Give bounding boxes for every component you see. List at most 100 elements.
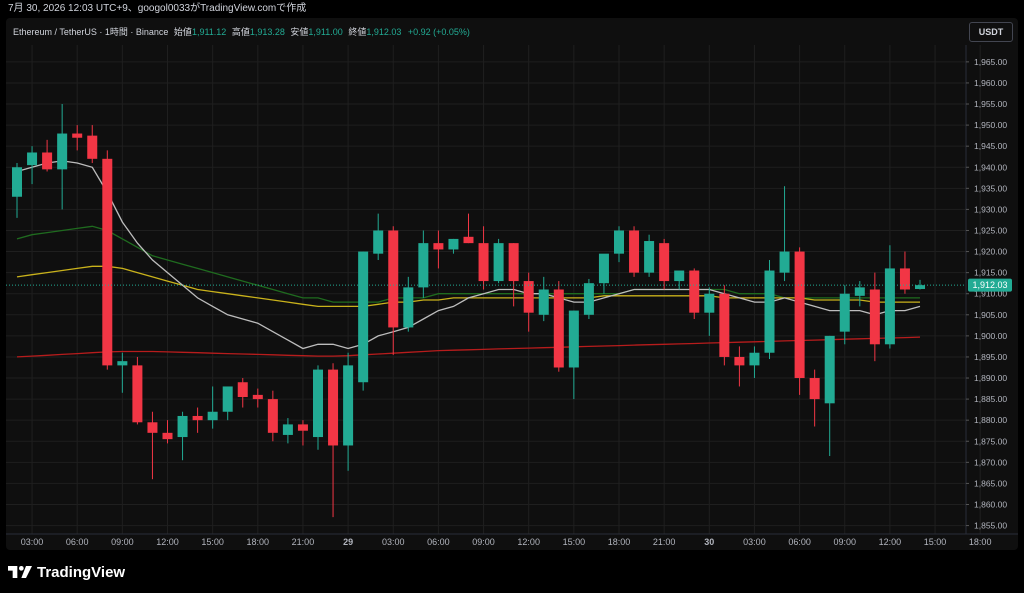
candle-body <box>915 285 925 289</box>
candle[interactable] <box>117 352 128 393</box>
candle[interactable] <box>267 390 278 442</box>
candle-body <box>358 251 369 383</box>
price-tick-label: 1,940.00 <box>974 162 1007 172</box>
time-tick-label: 18:00 <box>969 537 992 547</box>
candle-body <box>87 135 98 159</box>
candle[interactable] <box>222 386 233 421</box>
currency-button[interactable]: USDT <box>969 22 1013 42</box>
candle-body <box>267 399 278 433</box>
candle[interactable] <box>237 378 248 408</box>
candle[interactable] <box>57 104 68 210</box>
candle-body <box>222 386 233 412</box>
chart-canvas[interactable]: 1,855.00 1,860.00 1,865.00 1,870.00 1,875.00… <box>0 0 1024 593</box>
candle-body <box>192 415 203 421</box>
candle[interactable] <box>779 186 790 282</box>
candle[interactable] <box>42 139 53 172</box>
candle[interactable] <box>884 245 895 349</box>
candle[interactable] <box>719 285 730 366</box>
price-tick-label: 1,870.00 <box>974 457 1007 467</box>
candle[interactable] <box>689 268 700 320</box>
candle[interactable] <box>809 369 820 427</box>
candle[interactable] <box>252 388 263 408</box>
candle[interactable] <box>102 150 113 370</box>
candle[interactable] <box>553 281 564 372</box>
candle-body <box>403 287 414 328</box>
legend-low: 1,911.00 <box>308 27 343 37</box>
candle-body <box>57 133 68 170</box>
candle-body <box>538 289 549 315</box>
candle[interactable] <box>493 238 504 284</box>
candle-body <box>177 415 188 438</box>
candle[interactable] <box>132 356 143 425</box>
candle[interactable] <box>418 230 429 298</box>
candle-body <box>869 289 880 345</box>
price-tick-label: 1,965.00 <box>974 57 1007 67</box>
price-tick-label: 1,900.00 <box>974 331 1007 341</box>
candle[interactable] <box>644 234 655 277</box>
candle-body <box>252 394 263 400</box>
candle[interactable] <box>915 279 925 290</box>
candle[interactable] <box>704 287 715 336</box>
candle[interactable] <box>87 125 98 164</box>
candle[interactable] <box>629 226 640 277</box>
candle[interactable] <box>674 270 685 290</box>
candle-body <box>659 243 670 282</box>
candle[interactable] <box>282 418 293 444</box>
candle-body <box>553 289 564 368</box>
candle[interactable] <box>508 243 519 307</box>
candle[interactable] <box>659 238 670 290</box>
candle[interactable] <box>147 411 158 480</box>
candle[interactable] <box>207 386 218 429</box>
tradingview-brand[interactable]: TradingView <box>8 562 125 582</box>
candle[interactable] <box>523 272 534 332</box>
candle[interactable] <box>162 420 173 444</box>
candle[interactable] <box>328 363 339 518</box>
candle[interactable] <box>27 146 38 185</box>
candle[interactable] <box>313 365 323 450</box>
legend-symbol[interactable]: Ethereum / TetherUS · 1時間 · Binance <box>13 27 168 37</box>
candle[interactable] <box>734 346 745 387</box>
candle-body <box>343 365 354 446</box>
time-tick-label: 18:00 <box>247 537 270 547</box>
candle-body <box>794 251 805 379</box>
candle[interactable] <box>899 251 910 294</box>
candle[interactable] <box>824 335 835 457</box>
candle[interactable] <box>177 411 188 461</box>
price-tick-label: 1,855.00 <box>974 521 1007 531</box>
candle[interactable] <box>794 247 805 395</box>
candle[interactable] <box>614 226 624 263</box>
candle[interactable] <box>358 251 369 391</box>
candle[interactable] <box>764 259 775 360</box>
price-tick-label: 1,955.00 <box>974 99 1007 109</box>
candle[interactable] <box>433 230 444 269</box>
candle-body <box>644 241 655 273</box>
price-tick-label: 1,895.00 <box>974 352 1007 362</box>
candle[interactable] <box>478 226 489 290</box>
price-axis[interactable]: 1,855.00 1,860.00 1,865.00 1,870.00 1,875.00… <box>966 57 1007 531</box>
price-tick-label: 1,960.00 <box>974 78 1007 88</box>
price-tick-label: 1,890.00 <box>974 373 1007 383</box>
moving-average-line <box>16 336 921 358</box>
candle[interactable] <box>192 407 203 433</box>
candle[interactable] <box>568 310 579 400</box>
time-axis[interactable]: 03:00 06:00 09:00 12:00 15:00 18:00 21:00 29 03:… <box>6 533 1018 547</box>
candle-body <box>418 243 429 288</box>
candle-body <box>237 382 248 397</box>
candle[interactable] <box>538 276 549 322</box>
candle-body <box>523 281 534 313</box>
time-tick-label: 06:00 <box>788 537 811 547</box>
candle-body <box>689 270 700 313</box>
candle[interactable] <box>749 346 760 379</box>
candle[interactable] <box>373 213 384 260</box>
candle[interactable] <box>869 272 880 362</box>
legend-close-label: 終値 <box>348 27 367 37</box>
candle-body <box>899 268 910 290</box>
candle[interactable] <box>463 213 474 244</box>
candle[interactable] <box>343 352 354 471</box>
candle[interactable] <box>854 281 865 307</box>
candle-body <box>12 167 22 197</box>
candle-body <box>764 270 775 353</box>
candle[interactable] <box>598 253 609 294</box>
price-tick-label: 1,885.00 <box>974 394 1007 404</box>
candle-body <box>884 268 895 345</box>
